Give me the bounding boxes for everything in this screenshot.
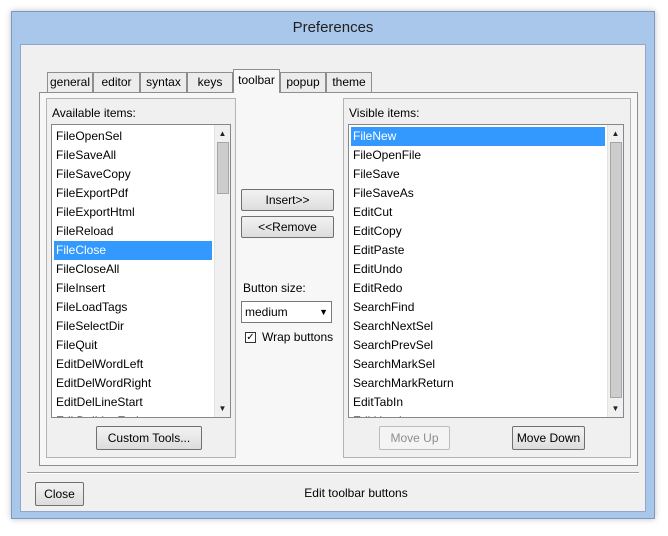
tab-keys[interactable]: keys [187,72,233,92]
tab-syntax[interactable]: syntax [140,72,187,92]
custom-tools-button[interactable]: Custom Tools... [96,426,202,450]
move-up-button[interactable]: Move Up [379,426,450,450]
check-icon: ✓ [246,332,255,343]
visible-items-label: Visible items: [349,106,420,120]
tab-toolbar[interactable]: toolbar [233,69,280,93]
move-down-button[interactable]: Move Down [512,426,585,450]
visible-list-item[interactable]: EditTabIn [351,393,605,412]
available-items-group: Available items: FileOpenSel FileSaveAll F… [46,98,236,458]
visible-scrollbar[interactable]: ▲ ▼ [607,125,623,417]
visible-list-item[interactable]: SearchPrevSel [351,336,605,355]
available-list-item[interactable]: FileExportPdf [54,184,212,203]
visible-list-item[interactable]: EditUntab [351,412,605,417]
status-text: Edit toolbar buttons [304,486,408,500]
dialog-client: general editor syntax keys toolbar popup… [20,44,646,512]
visible-list-item[interactable]: EditUndo [351,260,605,279]
visible-items-group: Visible items: FileNew FileOpenFile FileSa… [343,98,631,458]
visible-list-item[interactable]: FileOpenFile [351,146,605,165]
available-list-item[interactable]: FileCloseAll [54,260,212,279]
button-size-value: medium [245,305,288,319]
available-list-item[interactable]: EditDelWordRight [54,374,212,393]
visible-list-item[interactable]: EditCopy [351,222,605,241]
remove-button[interactable]: <<Remove [241,216,334,238]
available-list-item[interactable]: FileSelectDir [54,317,212,336]
wrap-buttons-checkbox[interactable]: ✓ [245,332,256,343]
scroll-up-icon[interactable]: ▲ [608,125,623,142]
visible-list-item[interactable]: FileNew [351,127,605,146]
insert-button[interactable]: Insert>> [241,189,334,211]
wrap-buttons-label: Wrap buttons [262,330,334,344]
visible-list-item[interactable]: SearchNextSel [351,317,605,336]
available-list-item[interactable]: FileQuit [54,336,212,355]
available-items-list[interactable]: FileOpenSel FileSaveAll FileSaveCopy FileEx… [51,124,231,418]
chevron-down-icon: ▼ [319,307,328,317]
visible-list-item[interactable]: EditRedo [351,279,605,298]
available-list-item[interactable]: FileReload [54,222,212,241]
available-list-item[interactable]: FileExportHtml [54,203,212,222]
tab-panel-toolbar: Available items: FileOpenSel FileSaveAll F… [39,92,638,466]
tab-editor[interactable]: editor [93,72,140,92]
tab-general[interactable]: general [47,72,93,92]
available-list-item[interactable]: FileInsert [54,279,212,298]
visible-list-item[interactable]: SearchMarkSel [351,355,605,374]
available-list-item[interactable]: EditDelWordLeft [54,355,212,374]
scroll-thumb[interactable] [217,142,229,194]
available-list-item[interactable]: FileSaveCopy [54,165,212,184]
visible-list-item[interactable]: FileSave [351,165,605,184]
available-scrollbar[interactable]: ▲ ▼ [214,125,230,417]
scroll-down-icon[interactable]: ▼ [608,400,623,417]
visible-items-list[interactable]: FileNew FileOpenFile FileSave FileSaveAs Edi… [348,124,624,418]
available-list-item[interactable]: EditDelLineEnd [54,412,212,417]
visible-list-item[interactable]: FileSaveAs [351,184,605,203]
preferences-window: Preferences general editor syntax keys t… [11,11,655,519]
available-items-label: Available items: [52,106,136,120]
available-list-item[interactable]: FileLoadTags [54,298,212,317]
window-title: Preferences [292,19,374,36]
available-list-item[interactable]: EditDelLineStart [54,393,212,412]
visible-list-item[interactable]: EditCut [351,203,605,222]
button-size-select[interactable]: medium ▼ [241,301,332,323]
scroll-down-icon[interactable]: ▼ [215,400,230,417]
footer-separator [27,472,639,474]
visible-list-item[interactable]: SearchFind [351,298,605,317]
available-list-item[interactable]: FileOpenSel [54,127,212,146]
button-size-label: Button size: [243,281,306,295]
tab-popup[interactable]: popup [280,72,326,92]
available-list-item[interactable]: FileSaveAll [54,146,212,165]
available-list-item[interactable]: FileClose [54,241,212,260]
tab-theme[interactable]: theme [326,72,372,92]
close-button[interactable]: Close [35,482,84,506]
visible-list-item[interactable]: EditPaste [351,241,605,260]
scroll-thumb[interactable] [610,142,622,398]
visible-list-item[interactable]: SearchMarkReturn [351,374,605,393]
scroll-up-icon[interactable]: ▲ [215,125,230,142]
